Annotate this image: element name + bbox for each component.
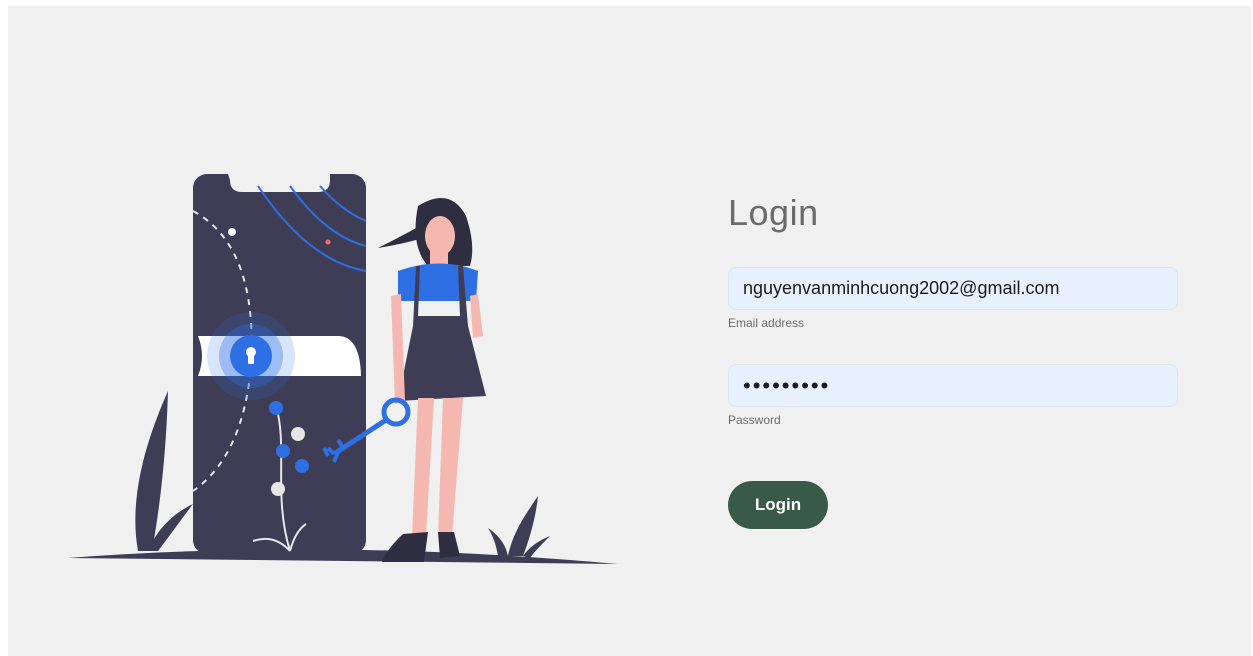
email-label: Email address [728,316,805,330]
password-field-group: Password [728,364,1188,427]
page-title: Login [728,192,819,233]
email-field-group: Email address [728,267,1188,330]
login-button[interactable]: Login [728,481,828,529]
password-field[interactable] [728,364,1178,407]
phone-key-girl-illustration [68,174,618,564]
login-form: Login Email address Password Login [728,191,1188,529]
login-illustration [68,166,628,576]
password-label: Password [728,413,781,427]
email-field[interactable] [728,267,1178,310]
login-page: Login Email address Password Login [8,6,1251,656]
